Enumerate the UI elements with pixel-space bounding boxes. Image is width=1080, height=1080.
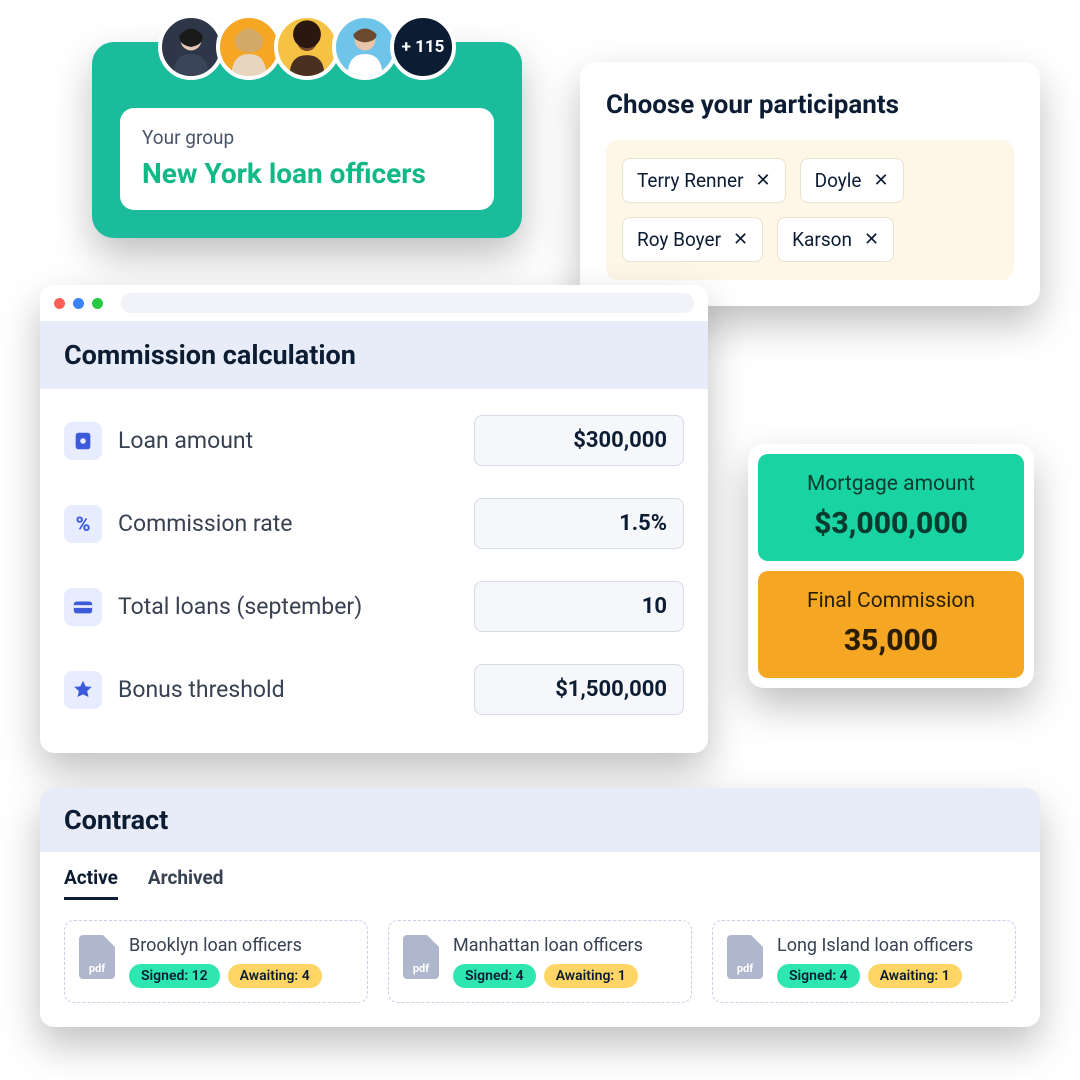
participant-name: Doyle	[815, 169, 862, 192]
total-loans-input[interactable]: 10	[474, 581, 684, 632]
close-icon[interactable]: ✕	[756, 170, 771, 191]
contract-tabs: Active Archived	[40, 852, 1040, 900]
group-name: New York loan officers	[142, 157, 472, 190]
contract-info: Long Island loan officers Signed: 4 Awai…	[777, 935, 973, 988]
commission-label: Commission rate	[118, 510, 474, 537]
contract-info: Brooklyn loan officers Signed: 12 Awaiti…	[129, 935, 322, 988]
final-commission-tile: Final Commission 35,000	[758, 571, 1024, 678]
final-commission-value: 35,000	[768, 623, 1014, 658]
result-stack: Mortgage amount $3,000,000 Final Commiss…	[748, 444, 1034, 688]
contract-cards: pdf Brooklyn loan officers Signed: 12 Aw…	[40, 900, 1040, 1027]
participant-name: Karson	[792, 228, 852, 251]
mortgage-label: Mortgage amount	[768, 472, 1014, 496]
avatar[interactable]	[332, 14, 398, 80]
bonus-threshold-input[interactable]: $1,500,000	[474, 664, 684, 715]
contract-card[interactable]: pdf Manhattan loan officers Signed: 4 Aw…	[388, 920, 692, 1003]
tab-archived[interactable]: Archived	[148, 866, 224, 900]
group-label: Your group	[142, 126, 472, 149]
window-titlebar	[40, 285, 708, 321]
commission-body: Loan amount $300,000 % Commission rate 1…	[40, 389, 708, 753]
card-icon	[64, 588, 102, 626]
pdf-icon: pdf	[79, 935, 115, 979]
commission-row-total-loans: Total loans (september) 10	[64, 565, 684, 648]
awaiting-badge: Awaiting: 1	[544, 964, 638, 988]
final-commission-label: Final Commission	[768, 589, 1014, 613]
money-icon	[64, 422, 102, 460]
contract-card[interactable]: pdf Brooklyn loan officers Signed: 12 Aw…	[64, 920, 368, 1003]
participant-name: Roy Boyer	[637, 228, 721, 251]
participant-chip[interactable]: Terry Renner ✕	[622, 158, 786, 203]
close-icon[interactable]: ✕	[733, 229, 748, 250]
star-icon	[64, 671, 102, 709]
participant-chip[interactable]: Karson ✕	[777, 217, 894, 262]
percent-icon: %	[64, 505, 102, 543]
commission-window: Commission calculation Loan amount $300,…	[40, 285, 708, 753]
contract-name: Manhattan loan officers	[453, 935, 643, 956]
participant-chip[interactable]: Roy Boyer ✕	[622, 217, 763, 262]
participant-chip[interactable]: Doyle ✕	[800, 158, 904, 203]
commission-row-bonus: Bonus threshold $1,500,000	[64, 648, 684, 731]
pdf-icon: pdf	[403, 935, 439, 979]
commission-row-rate: % Commission rate 1.5%	[64, 482, 684, 565]
participants-card: Choose your participants Terry Renner ✕ …	[580, 62, 1040, 306]
contract-panel: Contract Active Archived pdf Brooklyn lo…	[40, 788, 1040, 1027]
window-zoom-icon[interactable]	[92, 298, 103, 309]
contract-name: Long Island loan officers	[777, 935, 973, 956]
close-icon[interactable]: ✕	[873, 170, 888, 191]
window-minimize-icon[interactable]	[73, 298, 84, 309]
contract-name: Brooklyn loan officers	[129, 935, 322, 956]
pdf-icon: pdf	[727, 935, 763, 979]
commission-rate-input[interactable]: 1.5%	[474, 498, 684, 549]
loan-amount-input[interactable]: $300,000	[474, 415, 684, 466]
url-bar[interactable]	[121, 293, 694, 313]
commission-label: Bonus threshold	[118, 676, 474, 703]
status-badges: Signed: 4 Awaiting: 1	[453, 964, 643, 988]
contract-title: Contract	[40, 788, 1040, 852]
awaiting-badge: Awaiting: 4	[228, 964, 322, 988]
contract-info: Manhattan loan officers Signed: 4 Awaiti…	[453, 935, 643, 988]
signed-badge: Signed: 4	[453, 964, 536, 988]
avatar-overflow-label: + 115	[402, 37, 445, 57]
status-badges: Signed: 4 Awaiting: 1	[777, 964, 973, 988]
contract-card[interactable]: pdf Long Island loan officers Signed: 4 …	[712, 920, 1016, 1003]
commission-title: Commission calculation	[40, 321, 708, 389]
signed-badge: Signed: 12	[129, 964, 220, 988]
commission-label: Total loans (september)	[118, 593, 474, 620]
participant-chip-area: Terry Renner ✕ Doyle ✕ Roy Boyer ✕ Karso…	[606, 140, 1014, 280]
commission-label: Loan amount	[118, 427, 474, 454]
avatar-overflow[interactable]: + 115	[390, 14, 456, 80]
avatar-row: + 115	[158, 14, 456, 80]
awaiting-badge: Awaiting: 1	[868, 964, 962, 988]
mortgage-value: $3,000,000	[768, 506, 1014, 541]
mortgage-tile: Mortgage amount $3,000,000	[758, 454, 1024, 561]
commission-row-loan-amount: Loan amount $300,000	[64, 399, 684, 482]
tab-active[interactable]: Active	[64, 866, 118, 900]
avatar[interactable]	[216, 14, 282, 80]
participant-name: Terry Renner	[637, 169, 744, 192]
status-badges: Signed: 12 Awaiting: 4	[129, 964, 322, 988]
participants-title: Choose your participants	[606, 90, 1014, 120]
avatar[interactable]	[274, 14, 340, 80]
signed-badge: Signed: 4	[777, 964, 860, 988]
window-close-icon[interactable]	[54, 298, 65, 309]
avatar[interactable]	[158, 14, 224, 80]
group-inner: Your group New York loan officers	[120, 108, 494, 210]
close-icon[interactable]: ✕	[864, 229, 879, 250]
group-card: + 115 Your group New York loan officers	[92, 42, 522, 238]
